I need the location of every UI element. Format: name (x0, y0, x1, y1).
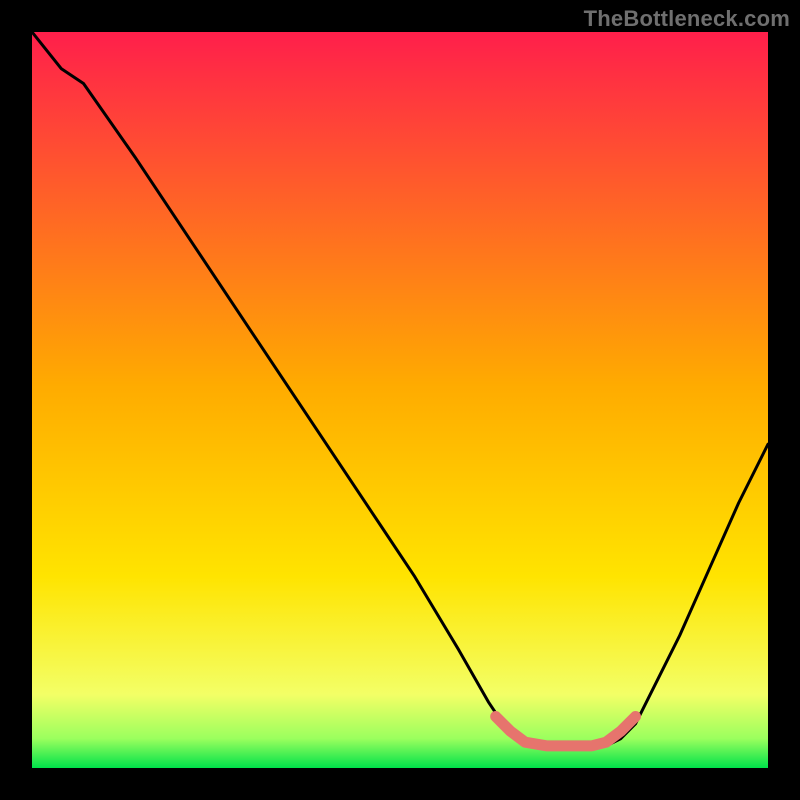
bottleneck-chart (32, 32, 768, 768)
watermark-text: TheBottleneck.com (584, 6, 790, 32)
gradient-background (32, 32, 768, 768)
chart-frame (32, 32, 768, 768)
